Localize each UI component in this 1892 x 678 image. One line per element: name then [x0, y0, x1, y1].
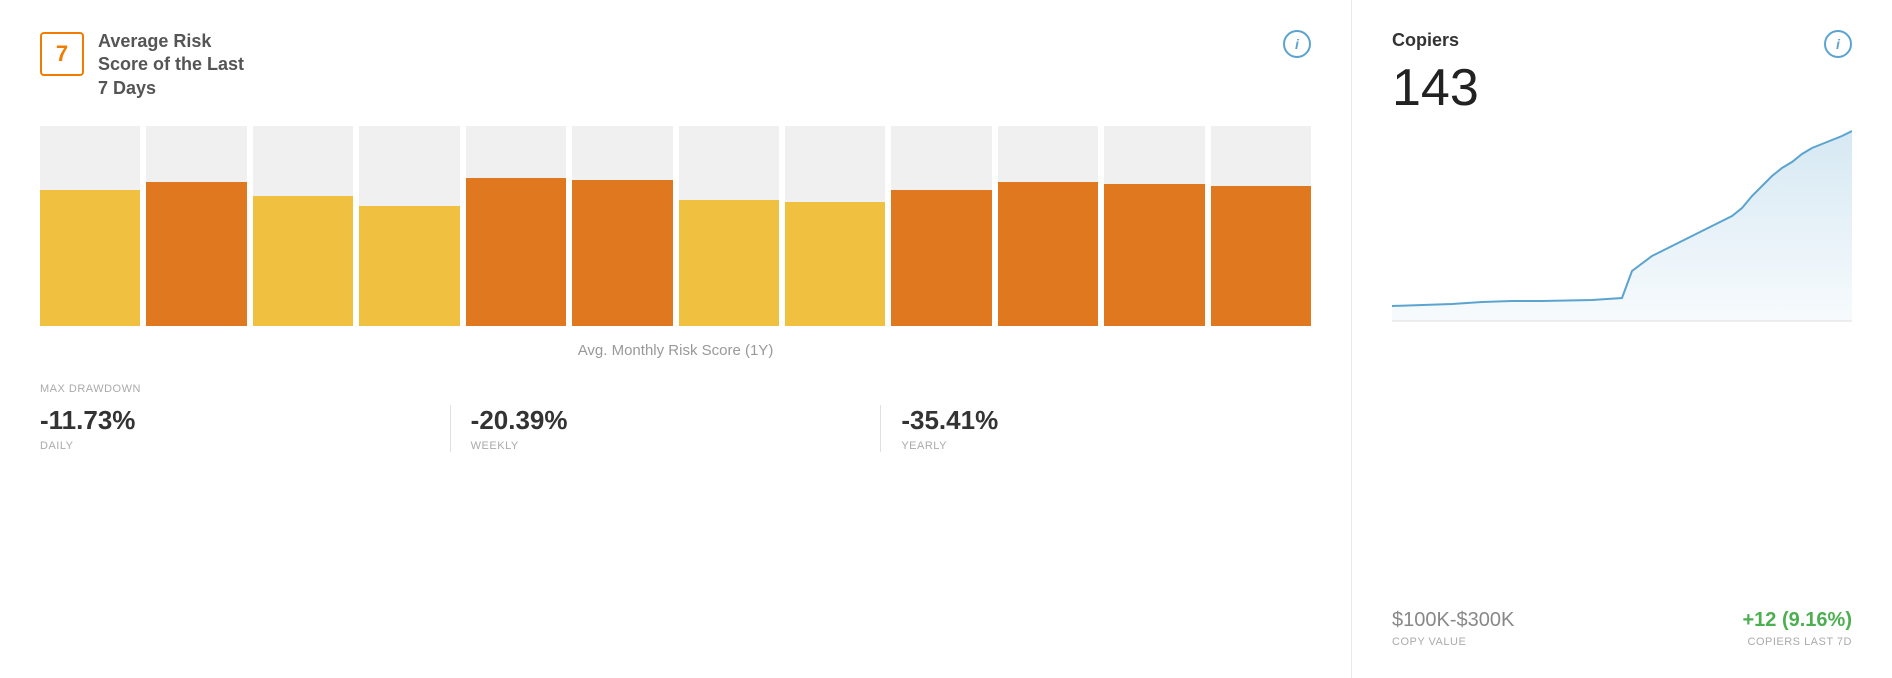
copiers-label: Copiers: [1392, 30, 1459, 51]
copy-value-amount: $100K-$300K: [1392, 609, 1514, 632]
score-badge: 7: [40, 32, 84, 76]
bar-filled: [146, 182, 246, 326]
right-panel: Copiers i 143 $100K-$300K COPY VALUE: [1352, 0, 1892, 678]
bar-empty: [1104, 126, 1204, 184]
line-chart-svg: [1392, 126, 1852, 326]
bar-column: [1104, 126, 1204, 326]
chart-label: Avg. Monthly Risk Score (1Y): [40, 342, 1311, 359]
bar-filled: [785, 202, 885, 326]
bar-column: [40, 126, 140, 326]
bar-empty: [998, 126, 1098, 182]
bar-column: [785, 126, 885, 326]
bar-empty: [146, 126, 246, 182]
bar-column: [998, 126, 1098, 326]
drawdown-value: -35.41%: [901, 405, 1291, 436]
copiers-change-label: COPIERS LAST 7D: [1742, 636, 1852, 648]
bar-empty: [253, 126, 353, 196]
bar-filled: [253, 196, 353, 326]
bar-filled: [891, 190, 991, 326]
copiers-count: 143: [1392, 62, 1852, 114]
bar-empty: [572, 126, 672, 180]
bar-filled: [1104, 184, 1204, 326]
drawdown-title: MAX DRAWDOWN: [40, 383, 1311, 395]
bar-chart: [40, 126, 1311, 326]
left-panel: 7 Average Risk Score of the Last 7 Days …: [0, 0, 1352, 678]
bar-empty: [891, 126, 991, 190]
copiers-header: Copiers i: [1392, 30, 1852, 58]
drawdown-item: -11.73% DAILY: [40, 405, 451, 452]
bar-column: [359, 126, 459, 326]
bar-column: [1211, 126, 1311, 326]
bar-filled: [572, 180, 672, 326]
drawdown-value: -11.73%: [40, 405, 430, 436]
bar-filled: [466, 178, 566, 326]
bar-column: [146, 126, 246, 326]
line-chart-container: [1392, 126, 1852, 581]
title-group: 7 Average Risk Score of the Last 7 Days: [40, 30, 244, 100]
info-icon-right[interactable]: i: [1824, 30, 1852, 58]
widget-title: Average Risk Score of the Last 7 Days: [98, 30, 244, 100]
bottom-stats: $100K-$300K COPY VALUE +12 (9.16%) COPIE…: [1392, 609, 1852, 648]
drawdown-period: WEEKLY: [471, 440, 861, 452]
copiers-change-value: +12 (9.16%): [1742, 609, 1852, 632]
bar-column: [253, 126, 353, 326]
drawdown-section: MAX DRAWDOWN -11.73% DAILY -20.39% WEEKLY -3…: [40, 383, 1311, 452]
chart-area: [1392, 131, 1852, 321]
bar-column: [891, 126, 991, 326]
bar-chart-section: Avg. Monthly Risk Score (1Y): [40, 126, 1311, 359]
bar-filled: [998, 182, 1098, 326]
drawdown-item: -20.39% WEEKLY: [471, 405, 882, 452]
info-icon-left[interactable]: i: [1283, 30, 1311, 58]
bar-empty: [1211, 126, 1311, 186]
drawdown-value: -20.39%: [471, 405, 861, 436]
bar-column: [466, 126, 566, 326]
bar-column: [572, 126, 672, 326]
drawdown-period: DAILY: [40, 440, 430, 452]
bar-empty: [40, 126, 140, 190]
bar-empty: [466, 126, 566, 178]
bar-empty: [785, 126, 885, 202]
copy-value-group: $100K-$300K COPY VALUE: [1392, 609, 1514, 648]
drawdown-values: -11.73% DAILY -20.39% WEEKLY -35.41% YEARLY: [40, 405, 1311, 452]
drawdown-item: -35.41% YEARLY: [901, 405, 1311, 452]
copiers-change-group: +12 (9.16%) COPIERS LAST 7D: [1742, 609, 1852, 648]
copy-value-label: COPY VALUE: [1392, 636, 1514, 648]
bar-filled: [1211, 186, 1311, 326]
drawdown-period: YEARLY: [901, 440, 1291, 452]
bar-column: [679, 126, 779, 326]
bar-empty: [359, 126, 459, 206]
bar-filled: [40, 190, 140, 326]
left-header: 7 Average Risk Score of the Last 7 Days …: [40, 30, 1311, 100]
bar-empty: [679, 126, 779, 200]
bar-filled: [359, 206, 459, 326]
bar-filled: [679, 200, 779, 326]
